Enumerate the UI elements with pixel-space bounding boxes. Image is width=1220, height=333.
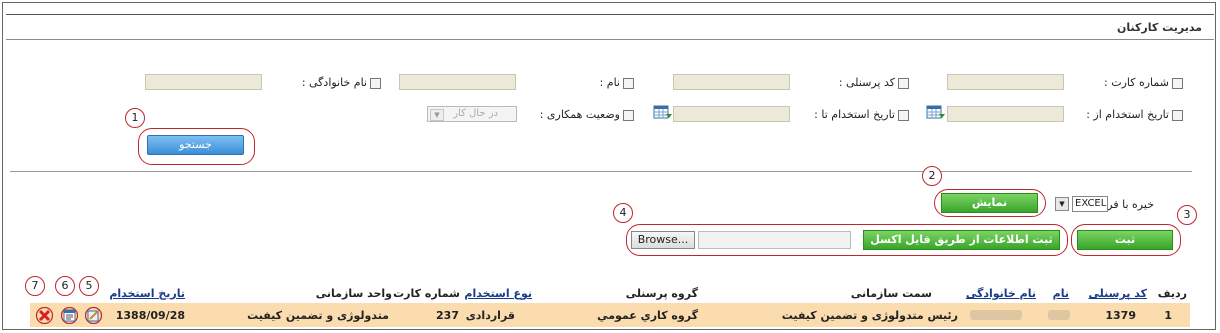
top-divider [6,14,1214,15]
card-number-checkbox[interactable] [1172,77,1183,89]
first-name-input[interactable] [399,74,516,90]
header-card-number: شماره کارت [393,287,460,300]
cell-card-number: 237 [436,309,459,322]
file-path-field[interactable] [698,231,851,249]
header-last-name[interactable]: نام خانوادگی [966,287,1036,300]
header-hire-date[interactable]: تاریخ استخدام [109,287,185,300]
personnel-code-input[interactable] [673,74,790,90]
cell-org-unit: متدولوژی و تضمین کیفیت [247,309,389,322]
last-name-input[interactable] [145,74,262,90]
edit-icon[interactable] [85,307,102,324]
hire-date-to-filter[interactable]: تاریخ استخدام تا : [814,108,909,121]
personnel-code-label: کد پرسنلی : [838,76,895,89]
callout-3-number: 3 [1177,205,1197,225]
hire-date-to-label: تاریخ استخدام تا : [814,108,895,121]
submit-button[interactable]: ثبت [1077,230,1173,250]
redacted-first-name [1048,310,1070,320]
hire-date-from-label: تاریخ استخدام از : [1086,108,1169,121]
cooperation-status-checkbox[interactable] [623,109,634,121]
cell-position: رئیس متدولوژی و تضمین کیفیت [781,309,958,322]
section-divider [10,171,1192,172]
hire-date-to-input[interactable] [673,106,790,122]
header-row-number: ردیف [1157,287,1187,300]
callout-1-number: 1 [125,108,145,128]
hire-date-from-checkbox[interactable] [1172,109,1183,121]
cooperation-status-value: در حال کار [453,108,498,119]
hire-date-from-input[interactable] [947,106,1064,122]
personnel-code-checkbox[interactable] [898,77,909,89]
header-personnel-group: گروه پرسنلی [625,287,698,300]
cooperation-status-filter[interactable]: وضعیت همکاری : [540,108,634,121]
last-name-filter[interactable]: نام خانوادگی : [302,76,381,89]
calendar-icon[interactable] [926,105,946,120]
header-position: سمت سازمانی [850,287,932,300]
callout-4-number: 4 [613,203,633,223]
first-name-filter[interactable]: نام : [600,76,634,89]
page-title: مدیریت کارکنان [1116,21,1202,34]
callout-7-number: 7 [25,276,45,296]
hire-date-to-checkbox[interactable] [898,109,909,121]
last-name-label: نام خانوادگی : [301,76,367,89]
delete-icon[interactable] [36,307,53,324]
hire-date-from-filter[interactable]: تاریخ استخدام از : [1086,108,1183,121]
card-number-input[interactable] [947,74,1064,90]
chevron-down-icon[interactable]: ▼ [1055,197,1069,211]
callout-6-number: 6 [55,276,75,296]
title-divider [6,39,1214,40]
search-button[interactable]: جستجو [147,135,244,155]
details-icon[interactable] [61,307,78,324]
first-name-label: نام : [599,76,620,89]
callout-2-number: 2 [922,166,942,186]
last-name-checkbox[interactable] [370,77,381,89]
redacted-last-name [970,310,1022,320]
browse-button[interactable]: Browse... [631,231,695,249]
cell-employment-type: قراردادی [465,309,515,322]
personnel-code-filter[interactable]: کد پرسنلی : [839,76,909,89]
cell-hire-date: 1388/09/28 [115,309,185,322]
format-select[interactable]: EXCEL [1072,196,1108,212]
card-number-label: شماره کارت : [1104,76,1169,89]
callout-5-number: 5 [79,276,99,296]
header-first-name[interactable]: نام [1053,287,1069,300]
header-org-unit: واحد سازمانی [315,287,392,300]
chevron-down-icon: ▼ [430,109,444,121]
card-number-filter[interactable]: شماره کارت : [1104,76,1183,89]
first-name-checkbox[interactable] [623,77,634,89]
cooperation-status-select[interactable]: در حال کار ▼ [427,106,517,122]
show-button[interactable]: نمایش [941,193,1038,213]
header-employment-type[interactable]: نوع استخدام [464,287,532,300]
excel-import-button[interactable]: ثبت اطلاعات از طریق فایل اکسل [863,230,1060,250]
cell-personnel-code: 1379 [1105,309,1136,322]
calendar-icon[interactable] [653,105,673,120]
header-personnel-code[interactable]: کد پرسنلی [1089,287,1147,300]
cell-row-number: 1 [1164,309,1172,322]
cell-personnel-group: گروه کاري عمومي [597,309,698,322]
cooperation-status-label: وضعیت همکاری : [539,108,620,121]
page-frame [2,2,1216,330]
